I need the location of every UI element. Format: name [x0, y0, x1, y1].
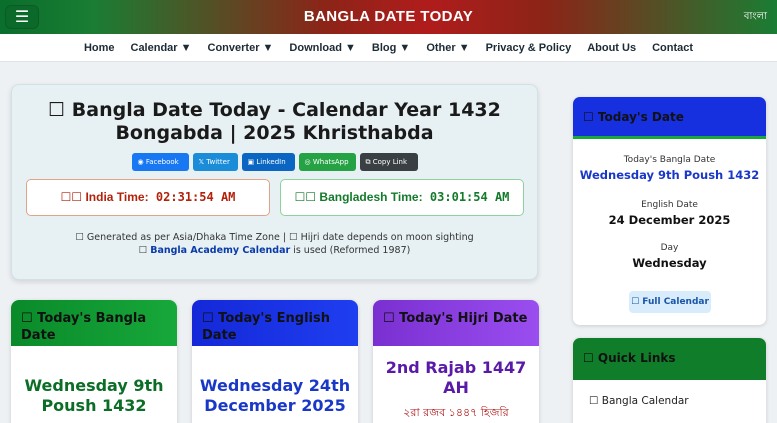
language-toggle[interactable]: বাংলা [744, 0, 767, 34]
page-title-line1: ☐ Bangla Date Today - Calendar Year 1432 [48, 99, 501, 121]
share-buttons: ◉ Facebook 𝕏 Twitter ▣ LinkedIn ◎ WhatsA… [12, 153, 537, 171]
india-time-label: ☐☐ India Time: [60, 190, 149, 204]
nav-contact[interactable]: Contact [644, 42, 701, 54]
sidebar-english-value: 24 December 2025 [608, 213, 731, 227]
hijri-card-bangla: ২রা রজব ১৪৪৭ হিজরি [403, 406, 509, 419]
main-nav: Home Calendar ▼ Converter ▼ Download ▼ B… [0, 34, 777, 62]
sidebar-bangla-label: Today's Bangla Date [623, 155, 716, 165]
bangladesh-time-value: 03:01:54 AM [429, 190, 510, 204]
hijri-date-card: ☐ Today's Hijri Date 2nd Rajab 1447 AH ২… [373, 300, 539, 423]
english-card-title: ☐ Today's English Date [192, 300, 358, 346]
today-date-title: ☐ Today's Date [573, 97, 766, 139]
quick-links-title: ☐ Quick Links [573, 338, 766, 380]
page-title: ☐ Bangla Date Today - Calendar Year 1432… [12, 99, 537, 145]
share-facebook-button[interactable]: ◉ Facebook [131, 153, 189, 171]
english-card-value: Wednesday 24th December 2025 [199, 376, 351, 415]
share-twitter-button[interactable]: 𝕏 Twitter [192, 153, 238, 171]
nav-download[interactable]: Download ▼ [281, 42, 364, 54]
nav-home[interactable]: Home [76, 42, 123, 54]
nav-blog[interactable]: Blog ▼ [364, 42, 418, 54]
sidebar-english-label: English Date [641, 200, 698, 210]
copy-link-button[interactable]: ⧉ Copy Link [359, 153, 418, 171]
nav-about[interactable]: About Us [579, 42, 644, 54]
india-time-box: ☐☐ India Time: 02:31:54 AM [26, 179, 270, 216]
bangla-date-card: ☐ Today's Bangla Date Wednesday 9th Pous… [11, 300, 177, 423]
share-linkedin-button[interactable]: ▣ LinkedIn [241, 153, 295, 171]
quick-link-bangla-calendar[interactable]: ☐ Bangla Calendar [589, 395, 689, 407]
hijri-card-value: 2nd Rajab 1447 AH [385, 358, 527, 397]
quick-links-widget: ☐ Quick Links ☐ Bangla Calendar [573, 338, 766, 423]
site-title[interactable]: BANGLA DATE TODAY [0, 0, 777, 34]
nav-calendar[interactable]: Calendar ▼ [123, 42, 200, 54]
bangladesh-time-box: ☐☐ Bangladesh Time: 03:01:54 AM [280, 179, 524, 216]
nav-privacy[interactable]: Privacy & Policy [478, 42, 580, 54]
english-date-card: ☐ Today's English Date Wednesday 24th De… [192, 300, 358, 423]
india-time-value: 02:31:54 AM [155, 190, 236, 204]
sidebar-day-label: Day [660, 243, 679, 253]
bangla-card-title: ☐ Today's Bangla Date [11, 300, 177, 346]
bangla-card-value: Wednesday 9th Poush 1432 [24, 376, 164, 415]
sidebar-bangla-value: Wednesday 9th Poush 1432 [579, 168, 760, 182]
hijri-card-title: ☐ Today's Hijri Date [373, 300, 539, 346]
calendar-note: ☐ Bangla Academy Calendar is used (Refor… [138, 245, 411, 256]
timezone-note: ☐ Generated as per Asia/Dhaka Time Zone … [75, 232, 474, 243]
bangla-academy-link[interactable]: Bangla Academy Calendar [150, 245, 290, 256]
page-title-line2: Bongabda | 2025 Khristhabda [115, 122, 434, 144]
share-whatsapp-button[interactable]: ◎ WhatsApp [298, 153, 356, 171]
nav-converter[interactable]: Converter ▼ [200, 42, 282, 54]
sidebar-day-value: Wednesday [632, 256, 707, 270]
bangladesh-time-label: ☐☐ Bangladesh Time: [294, 190, 423, 204]
nav-other[interactable]: Other ▼ [418, 42, 477, 54]
today-date-widget: ☐ Today's Date Today's Bangla Date Wedne… [573, 97, 766, 325]
hero-panel: ☐ Bangla Date Today - Calendar Year 1432… [11, 84, 538, 280]
top-header: ☰ BANGLA DATE TODAY বাংলা [0, 0, 777, 34]
full-calendar-button[interactable]: ☐ Full Calendar [629, 291, 711, 313]
